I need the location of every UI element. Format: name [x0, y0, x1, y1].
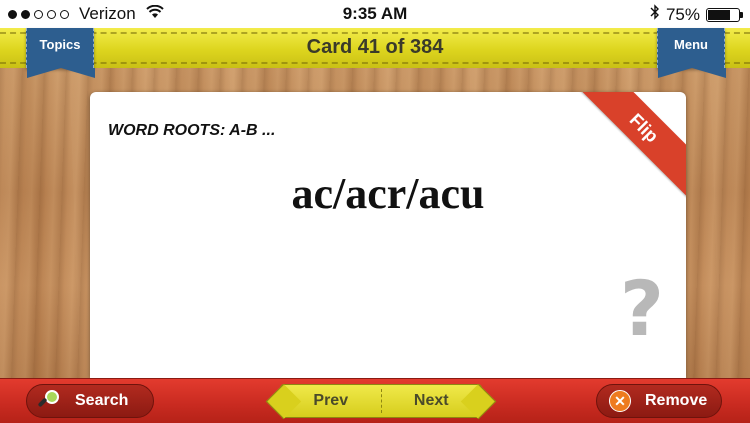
close-icon: ✕ — [609, 390, 631, 412]
topics-button[interactable]: Topics — [26, 28, 95, 78]
bluetooth-icon — [650, 4, 660, 25]
battery-percent: 75% — [665, 4, 700, 24]
menu-button[interactable]: Menu — [657, 28, 726, 78]
status-bar: Verizon 9:35 AM 75% — [0, 0, 750, 28]
search-button[interactable]: Search — [26, 384, 154, 418]
battery-icon — [706, 7, 743, 22]
next-button[interactable]: Next — [382, 385, 482, 417]
clock: 9:35 AM — [342, 4, 408, 23]
search-label: Search — [75, 392, 129, 409]
header-stitch — [0, 62, 750, 64]
remove-button[interactable]: ✕ Remove — [596, 384, 722, 418]
prev-next-group: Prev Next — [280, 384, 482, 418]
bottom-toolbar: Search Prev Next ✕ Remove — [0, 378, 750, 423]
status-right: 75% — [650, 4, 743, 25]
card-counter: Card 41 of 384 — [306, 36, 444, 58]
battery-fill — [708, 9, 730, 20]
card-term: ac/acr/acu — [291, 169, 485, 218]
search-icon — [37, 390, 61, 412]
question-mark-icon[interactable]: ? — [620, 264, 664, 353]
card-topic: WORD ROOTS: A-B ... — [108, 122, 276, 139]
remove-label: Remove — [645, 392, 708, 409]
header-stitch — [0, 32, 750, 34]
prev-button[interactable]: Prev — [281, 385, 381, 417]
header-bar: Card 41 of 384 — [0, 28, 750, 70]
flash-card[interactable]: WORD ROOTS: A-B ... ac/acr/acu Flip ? — [90, 92, 686, 378]
